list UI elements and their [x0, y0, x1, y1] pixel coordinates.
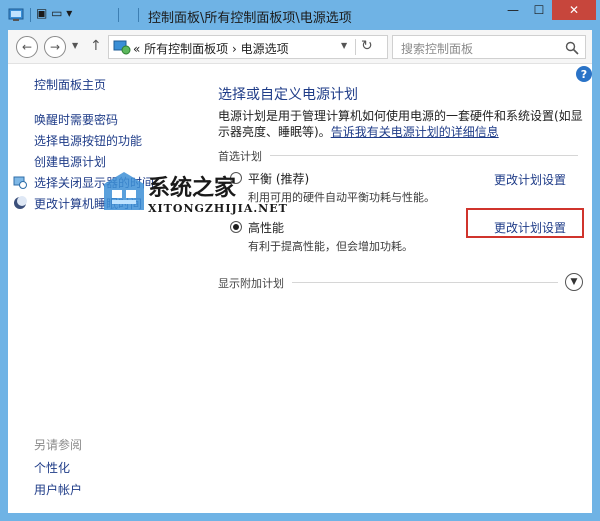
- watermark-subtitle: XITONGZHIJIA.NET: [148, 202, 288, 215]
- title-bar: ▣ ▭ ▾ 控制面板\所有控制面板项\电源选项 — ☐ ✕: [0, 0, 600, 30]
- sidebar-item-personalize[interactable]: 个性化: [34, 459, 70, 476]
- navigation-bar: ← → ▼ ↑ « 所有控制面板项 › 电源选项 ▼ ↻ 搜索控制面板: [8, 30, 592, 64]
- sidebar-item-user-accounts[interactable]: 用户帐户: [34, 481, 82, 498]
- sidebar-item-create-plan[interactable]: 创建电源计划: [34, 153, 106, 170]
- quick-access-icons[interactable]: ▣ ▭ ▾: [36, 6, 72, 20]
- show-additional-plans-heading[interactable]: 显示附加计划: [218, 275, 284, 291]
- window-title: 控制面板\所有控制面板项\电源选项: [148, 11, 352, 26]
- moon-icon: [14, 196, 27, 209]
- refresh-icon[interactable]: ↻: [361, 38, 373, 54]
- page-description: 电源计划是用于管理计算机如何使用电源的一套硬件和系统设置(如显示器亮度、睡眠等)…: [218, 108, 588, 140]
- preferred-plans-heading: 首选计划: [218, 150, 262, 163]
- section-divider: [270, 155, 578, 156]
- sidebar-item-wake-password[interactable]: 唤醒时需要密码: [34, 111, 118, 128]
- title-separator: [138, 8, 139, 22]
- change-plan-settings-balanced-link[interactable]: 更改计划设置: [494, 171, 566, 188]
- content-area: 控制面板主页 唤醒时需要密码 选择电源按钮的功能 创建电源计划 选择关闭显示器的…: [8, 64, 592, 513]
- title-separator: [118, 8, 119, 22]
- back-button[interactable]: ←: [16, 36, 38, 58]
- up-level-button[interactable]: ↑: [90, 38, 102, 54]
- search-icon[interactable]: [565, 41, 579, 55]
- recent-locations-chevron-icon[interactable]: ▼: [72, 41, 78, 50]
- watermark-title: 系统之家: [148, 176, 237, 201]
- minimize-button[interactable]: —: [500, 0, 526, 20]
- maximize-button[interactable]: ☐: [526, 0, 552, 20]
- address-separator: [355, 39, 356, 55]
- section-divider: [292, 282, 558, 283]
- close-button[interactable]: ✕: [552, 0, 596, 20]
- title-separator: [30, 8, 31, 22]
- address-dropdown-chevron-icon[interactable]: ▼: [341, 41, 347, 50]
- see-also-heading: 另请参阅: [34, 438, 83, 452]
- change-plan-settings-high-performance-link[interactable]: 更改计划设置: [494, 219, 566, 236]
- watermark-logo: [104, 172, 144, 210]
- control-panel-icon: [8, 8, 24, 21]
- plan-desc-high-performance: 有利于提高性能，但会增加功耗。: [248, 240, 413, 253]
- control-panel-icon: [113, 40, 131, 55]
- help-icon[interactable]: ?: [576, 66, 592, 82]
- sidebar-item-home[interactable]: 控制面板主页: [34, 76, 106, 93]
- expand-chevron-down-icon[interactable]: ▼: [565, 273, 583, 291]
- window: ▣ ▭ ▾ 控制面板\所有控制面板项\电源选项 — ☐ ✕ ← → ▼ ↑ « …: [0, 0, 600, 521]
- search-input[interactable]: 搜索控制面板: [392, 35, 586, 59]
- sidebar-item-power-button[interactable]: 选择电源按钮的功能: [34, 132, 142, 149]
- address-path[interactable]: « 所有控制面板项 › 电源选项: [133, 40, 289, 57]
- search-placeholder: 搜索控制面板: [401, 42, 474, 56]
- display-clock-icon: [13, 176, 27, 189]
- watermark: 系统之家 XITONGZHIJIA.NET: [100, 164, 320, 224]
- power-plan-info-link[interactable]: 告诉我有关电源计划的详细信息: [331, 125, 499, 139]
- page-title: 选择或自定义电源计划: [218, 87, 358, 103]
- forward-button[interactable]: →: [44, 36, 66, 58]
- address-bar[interactable]: « 所有控制面板项 › 电源选项 ▼ ↻: [108, 35, 388, 59]
